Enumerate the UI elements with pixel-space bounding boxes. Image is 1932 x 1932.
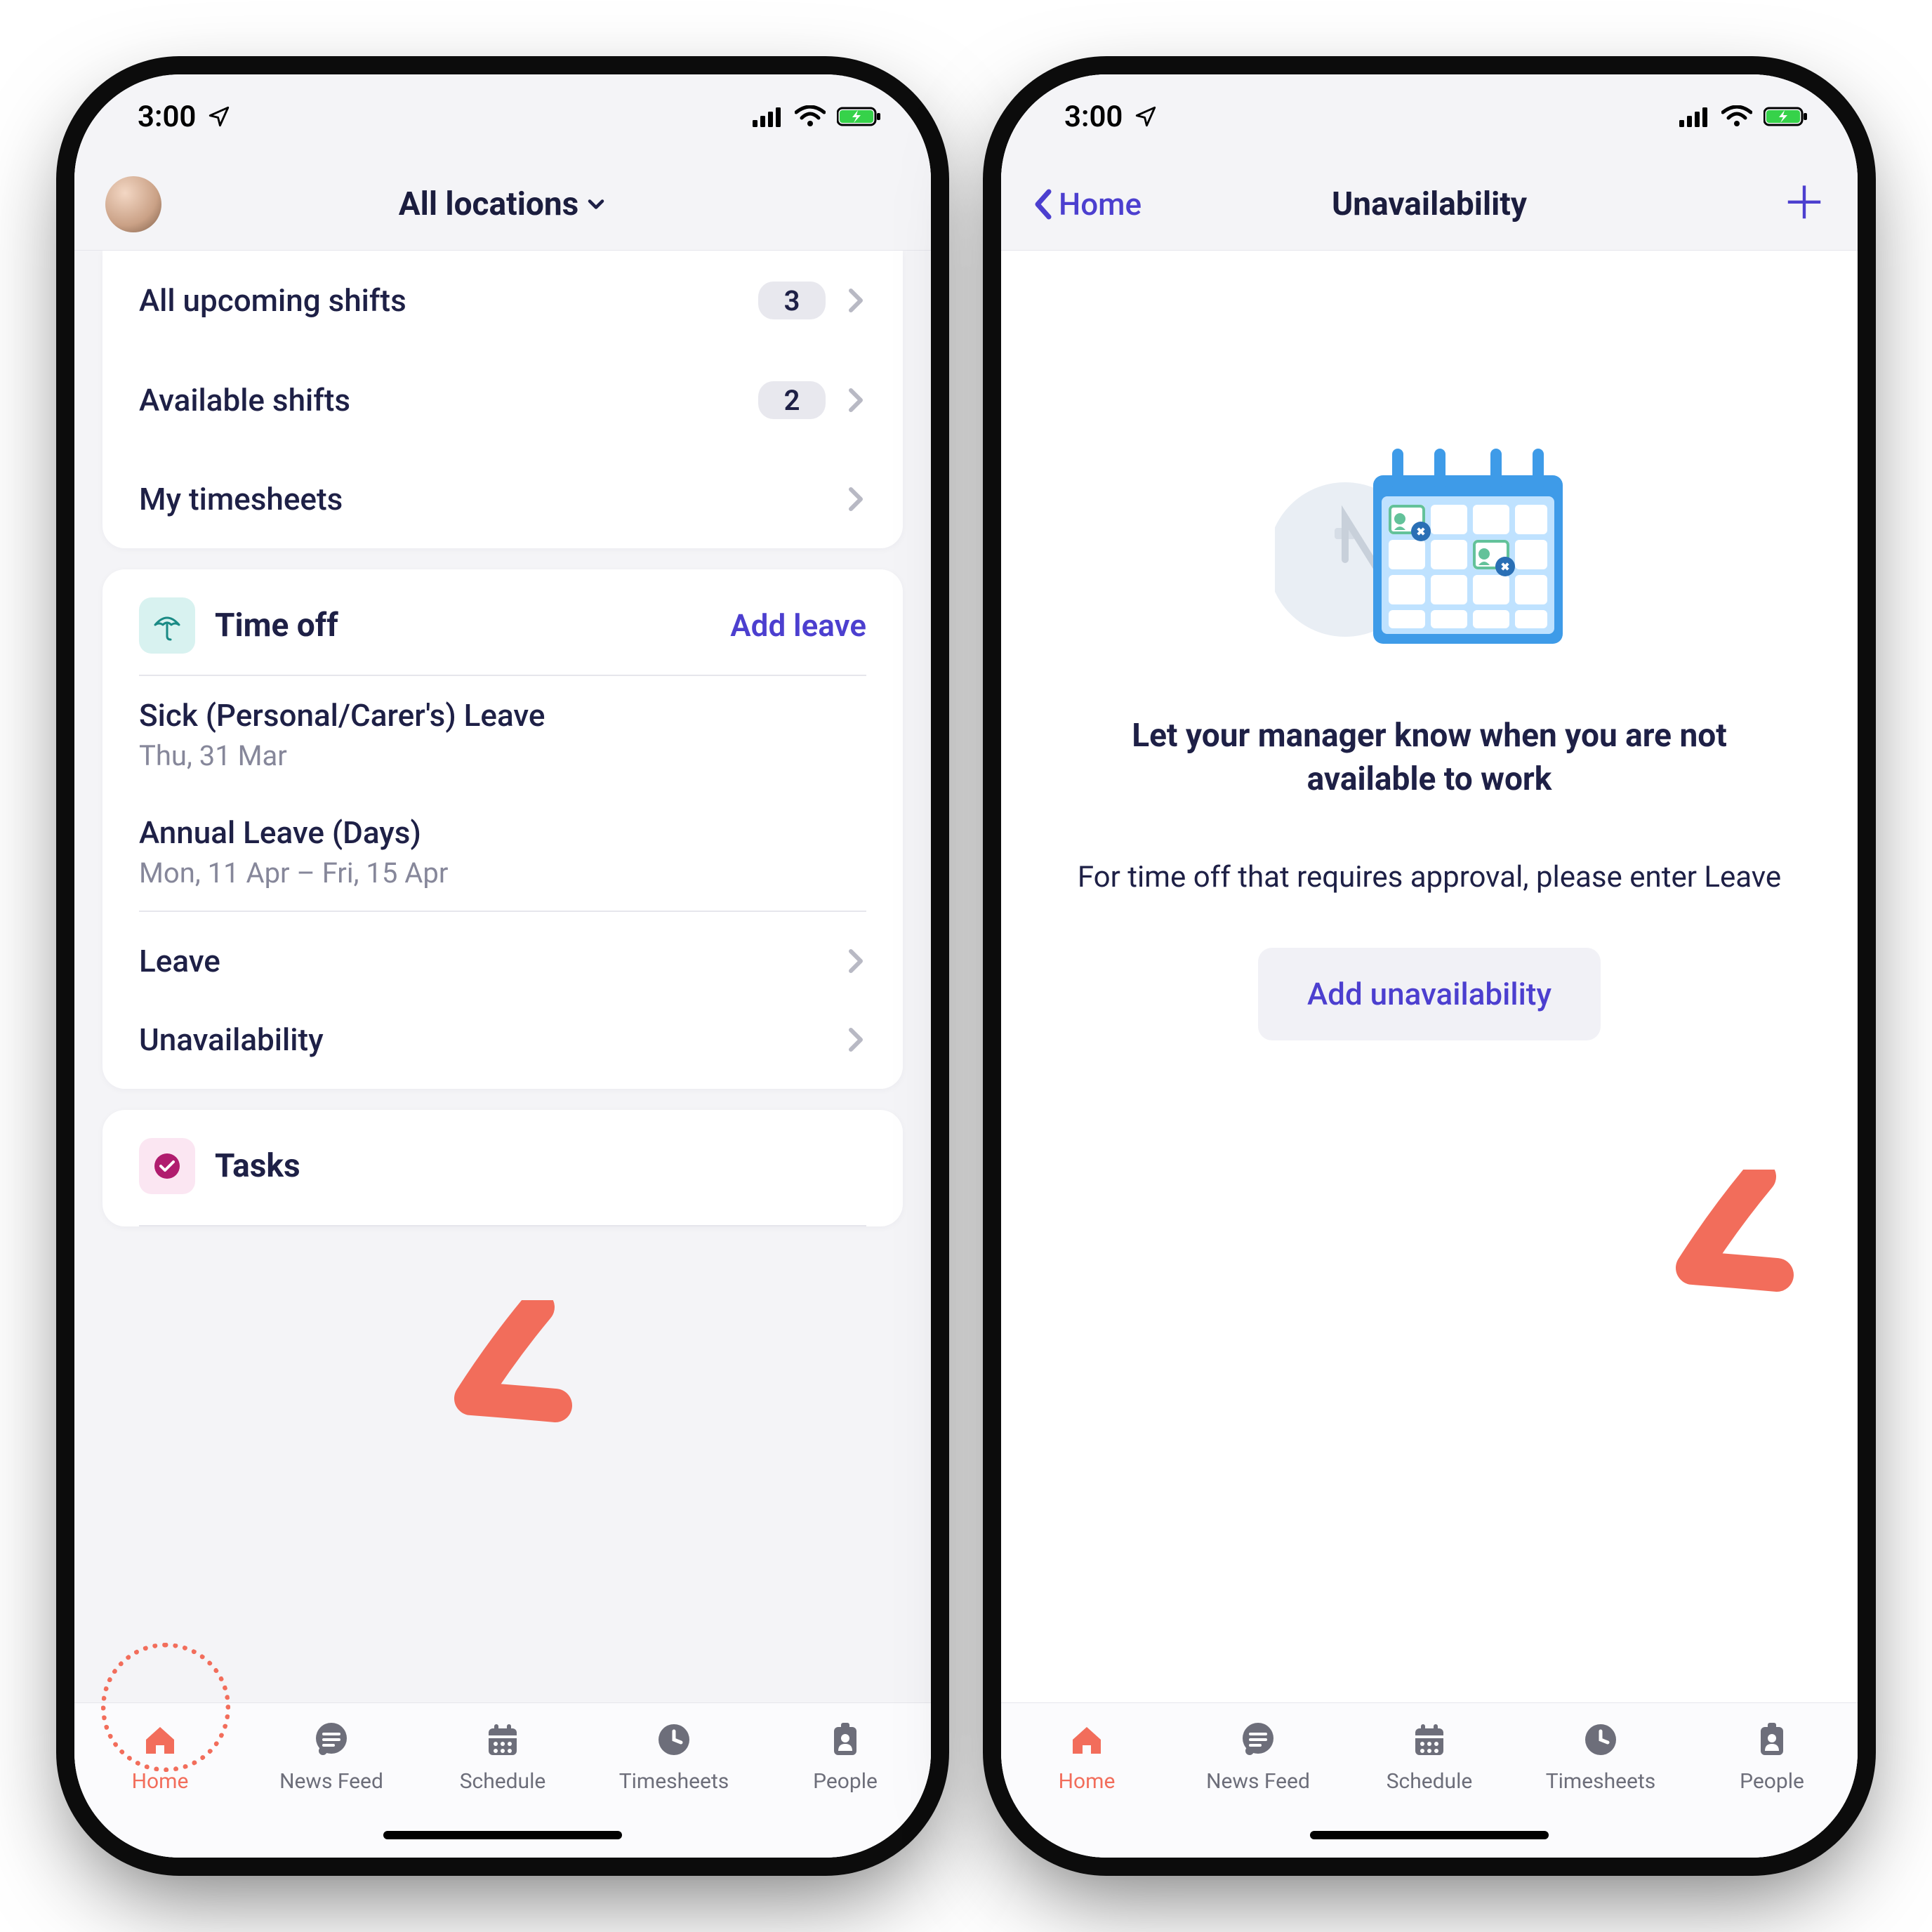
add-button[interactable]: ＋ [1782, 182, 1827, 227]
available-shifts-row[interactable]: Available shifts 2 [102, 350, 903, 450]
leave-date: Thu, 31 Mar [139, 739, 866, 772]
tasks-title: Tasks [215, 1147, 300, 1185]
home-indicator[interactable] [1310, 1831, 1549, 1839]
calendar-illustration [1064, 419, 1794, 665]
tab-news-feed[interactable]: News Feed [246, 1717, 417, 1794]
chat-icon [309, 1717, 354, 1762]
shifts-card: All upcoming shifts 3 Available shifts 2… [102, 251, 903, 548]
nav-title-text: All locations [399, 185, 579, 223]
status-time: 3:00 [1064, 100, 1123, 134]
status-bar: 3:00 [74, 74, 931, 159]
battery-charging-icon [1764, 106, 1808, 127]
chevron-left-icon [1032, 187, 1054, 221]
phone-home-screen: 3:00 All locations All [74, 74, 931, 1858]
chevron-right-icon [845, 1026, 866, 1054]
upcoming-shifts-count: 3 [758, 282, 826, 319]
leave-date: Mon, 11 Apr – Fri, 15 Apr [139, 856, 866, 889]
location-arrow-icon [1134, 105, 1158, 128]
wifi-icon [795, 105, 826, 128]
available-shifts-label: Available shifts [139, 382, 350, 418]
chevron-down-icon [585, 194, 607, 215]
phone-unavailability-screen: 3:00 Home Unavailability ＋ [1001, 74, 1858, 1858]
available-shifts-count: 2 [758, 381, 826, 419]
unavail-navbar: Home Unavailability ＋ [1001, 159, 1858, 251]
avatar[interactable] [105, 176, 161, 232]
my-timesheets-row[interactable]: My timesheets [102, 450, 903, 548]
back-button[interactable]: Home [1032, 186, 1142, 223]
clock-icon [1578, 1717, 1623, 1762]
clock-icon [651, 1717, 696, 1762]
status-time: 3:00 [138, 100, 196, 134]
my-timesheets-label: My timesheets [139, 481, 343, 517]
leave-type: Sick (Personal/Carer's) Leave [139, 697, 866, 734]
empty-subtext: For time off that requires approval, ple… [1064, 857, 1794, 899]
home-icon [138, 1717, 183, 1762]
tab-home[interactable]: Home [74, 1717, 246, 1794]
tab-timesheets[interactable]: Timesheets [1515, 1717, 1686, 1794]
add-leave-button[interactable]: Add leave [730, 607, 866, 644]
check-circle-icon [139, 1138, 195, 1194]
nav-title-text: Unavailability [1332, 185, 1527, 223]
chevron-right-icon [845, 286, 866, 315]
leave-link-label: Leave [139, 943, 220, 979]
home-content: All upcoming shifts 3 Available shifts 2… [74, 251, 931, 1702]
leave-item[interactable]: Annual Leave (Days) Mon, 11 Apr – Fri, 1… [102, 793, 903, 911]
home-navbar: All locations [74, 159, 931, 251]
upcoming-shifts-label: All upcoming shifts [139, 282, 406, 319]
wifi-icon [1721, 105, 1752, 128]
chevron-right-icon [845, 947, 866, 975]
chevron-right-icon [845, 386, 866, 414]
tab-bar: Home News Feed Schedule Timesheets Peopl… [1001, 1702, 1858, 1858]
cellular-icon [1679, 106, 1710, 127]
tasks-card: Tasks [102, 1110, 903, 1226]
unavail-content: Let your manager know when you are not a… [1001, 251, 1858, 1702]
add-unavailability-button[interactable]: Add unavailability [1258, 948, 1601, 1040]
status-bar: 3:00 [1001, 74, 1858, 159]
timeoff-card: Time off Add leave Sick (Personal/Carer'… [102, 569, 903, 1089]
tab-people[interactable]: People [1686, 1717, 1858, 1794]
home-icon [1064, 1717, 1109, 1762]
tab-people[interactable]: People [760, 1717, 931, 1794]
cellular-icon [753, 106, 783, 127]
unavailability-link-label: Unavailability [139, 1021, 324, 1058]
tab-timesheets[interactable]: Timesheets [588, 1717, 760, 1794]
battery-charging-icon [837, 106, 882, 127]
tab-news-feed[interactable]: News Feed [1172, 1717, 1344, 1794]
calendar-icon [480, 1717, 525, 1762]
badge-icon [1749, 1717, 1794, 1762]
location-arrow-icon [207, 105, 231, 128]
upcoming-shifts-row[interactable]: All upcoming shifts 3 [102, 251, 903, 350]
empty-headline: Let your manager know when you are not a… [1064, 714, 1794, 801]
tab-bar: Home News Feed Schedule Timesheets Peopl… [74, 1702, 931, 1858]
chevron-right-icon [845, 485, 866, 513]
timeoff-title: Time off [215, 607, 338, 644]
chat-icon [1236, 1717, 1281, 1762]
calendar-icon [1407, 1717, 1452, 1762]
badge-icon [823, 1717, 868, 1762]
tab-home[interactable]: Home [1001, 1717, 1172, 1794]
tab-schedule[interactable]: Schedule [417, 1717, 588, 1794]
leave-item[interactable]: Sick (Personal/Carer's) Leave Thu, 31 Ma… [102, 676, 903, 793]
tab-schedule[interactable]: Schedule [1344, 1717, 1515, 1794]
home-indicator[interactable] [383, 1831, 622, 1839]
unavailability-link[interactable]: Unavailability [102, 1010, 903, 1089]
location-picker[interactable]: All locations [260, 185, 746, 223]
leave-type: Annual Leave (Days) [139, 814, 866, 851]
umbrella-icon [139, 597, 195, 654]
back-label: Home [1059, 186, 1142, 223]
leave-link[interactable]: Leave [102, 912, 903, 1010]
